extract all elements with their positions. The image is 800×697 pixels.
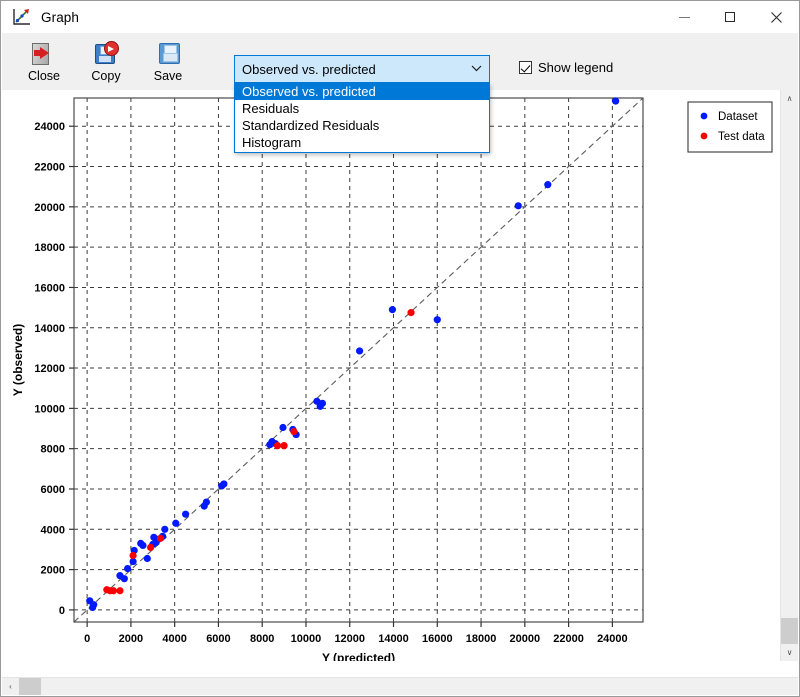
svg-text:8000: 8000 — [41, 444, 65, 456]
scroll-left-arrow[interactable]: ‹ — [2, 678, 19, 695]
svg-text:6000: 6000 — [206, 633, 230, 645]
chevron-down-icon[interactable] — [463, 63, 489, 75]
svg-text:14000: 14000 — [34, 323, 65, 335]
save-button[interactable]: Save — [140, 36, 196, 88]
svg-text:22000: 22000 — [34, 162, 65, 174]
svg-text:2000: 2000 — [41, 565, 65, 577]
svg-text:12000: 12000 — [334, 633, 365, 645]
close-button[interactable]: Close — [16, 36, 72, 88]
plot-type-option-standardized-residuals[interactable]: Standardized Residuals — [235, 117, 489, 134]
svg-text:16000: 16000 — [34, 282, 65, 294]
save-button-label: Save — [153, 69, 183, 83]
svg-text:14000: 14000 — [378, 633, 409, 645]
svg-text:10000: 10000 — [291, 633, 322, 645]
svg-text:4000: 4000 — [41, 524, 65, 536]
show-legend-label: Show legend — [538, 60, 614, 75]
svg-text:22000: 22000 — [553, 633, 584, 645]
svg-text:Dataset: Dataset — [718, 111, 758, 123]
caption-buttons — [661, 1, 799, 33]
svg-text:10000: 10000 — [34, 403, 65, 415]
svg-text:Test data: Test data — [718, 131, 765, 143]
plot-type-option-list[interactable]: Observed vs. predicted Residuals Standar… — [234, 83, 490, 153]
svg-text:16000: 16000 — [422, 633, 453, 645]
horizontal-scrollbar[interactable]: ‹ › — [2, 677, 798, 695]
svg-text:8000: 8000 — [250, 633, 274, 645]
copy-button-label: Copy — [91, 69, 121, 83]
svg-text:24000: 24000 — [34, 121, 65, 133]
svg-text:24000: 24000 — [597, 633, 628, 645]
svg-text:Y (predicted): Y (predicted) — [322, 651, 395, 661]
svg-text:0: 0 — [84, 633, 90, 645]
vertical-scroll-thumb[interactable] — [781, 618, 798, 644]
checkbox-icon[interactable] — [519, 61, 532, 74]
scatter-plot: 0 2000 4000 6000 8000 10000 12000 14000 16000 180… — [11, 97, 773, 661]
copy-button[interactable]: Copy — [78, 36, 134, 88]
plot-type-select[interactable]: Observed vs. predicted — [234, 55, 490, 83]
close-window-button[interactable] — [753, 1, 799, 33]
horizontal-scroll-thumb[interactable] — [19, 678, 41, 695]
svg-text:20000: 20000 — [34, 202, 65, 214]
plot-type-option-observed-vs-predicted[interactable]: Observed vs. predicted — [235, 83, 489, 100]
svg-text:6000: 6000 — [41, 484, 65, 496]
plot-client-area: 0 2000 4000 6000 8000 10000 12000 14000 16000 180… — [2, 90, 781, 661]
scroll-up-arrow[interactable]: ∧ — [781, 90, 798, 107]
close-button-label: Close — [28, 69, 60, 83]
plot-type-option-residuals[interactable]: Residuals — [235, 100, 489, 117]
svg-text:0: 0 — [59, 605, 65, 617]
show-legend-checkbox[interactable]: Show legend — [519, 60, 613, 75]
close-door-icon — [31, 38, 57, 68]
svg-text:20000: 20000 — [510, 633, 541, 645]
graph-icon — [11, 6, 33, 28]
scrollbar-corner — [781, 678, 798, 695]
copy-disk-icon — [93, 38, 119, 68]
plot-type-option-histogram[interactable]: Histogram — [235, 134, 489, 151]
title-bar: Graph — [1, 1, 799, 33]
vertical-scrollbar[interactable]: ∧ ∨ — [780, 90, 798, 661]
save-floppy-icon — [155, 38, 181, 68]
graph-window: Graph Close Copy Save Observed vs. predi… — [0, 0, 800, 697]
svg-text:18000: 18000 — [34, 242, 65, 254]
svg-text:4000: 4000 — [162, 633, 186, 645]
plot-type-value: Observed vs. predicted — [242, 61, 376, 77]
minimize-button[interactable] — [661, 1, 707, 33]
svg-text:18000: 18000 — [466, 633, 497, 645]
svg-text:2000: 2000 — [119, 633, 143, 645]
svg-text:12000: 12000 — [34, 363, 65, 375]
window-title: Graph — [41, 9, 80, 25]
scroll-down-arrow[interactable]: ∨ — [781, 644, 798, 661]
maximize-button[interactable] — [707, 1, 753, 33]
svg-text:Y (observed): Y (observed) — [11, 324, 25, 396]
